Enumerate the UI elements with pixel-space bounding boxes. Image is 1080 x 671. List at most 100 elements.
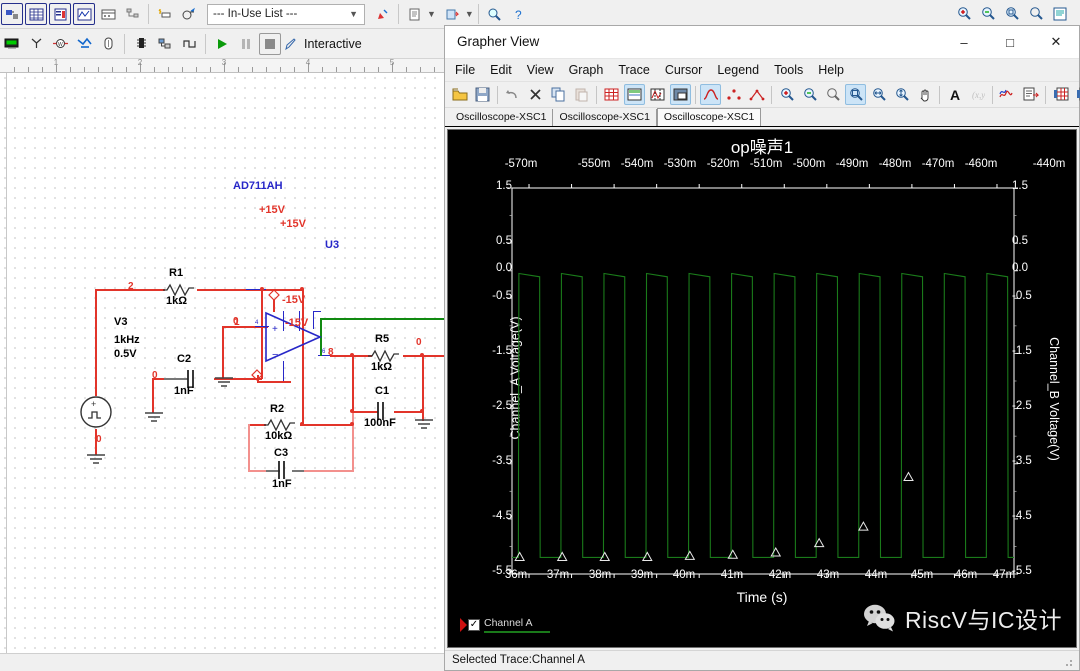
zoom-fit-icon[interactable] bbox=[1025, 3, 1047, 25]
text-icon[interactable]: A bbox=[944, 84, 965, 105]
frequency-counter-icon[interactable] bbox=[130, 33, 152, 55]
wattmeter-icon[interactable]: W bbox=[49, 33, 71, 55]
hierarchy-icon[interactable] bbox=[121, 3, 143, 25]
cursor-icon[interactable] bbox=[647, 84, 668, 105]
place-component-icon[interactable] bbox=[1, 3, 23, 25]
copy-icon[interactable] bbox=[548, 84, 569, 105]
grid-icon[interactable] bbox=[601, 84, 622, 105]
stop-simulation-button[interactable] bbox=[259, 33, 281, 55]
export-labview-icon[interactable] bbox=[1073, 84, 1080, 105]
legend-checkbox[interactable]: ✓ bbox=[468, 619, 480, 631]
paste-icon[interactable] bbox=[571, 84, 592, 105]
vcc-net-label: +15V bbox=[259, 204, 285, 216]
menu-help[interactable]: Help bbox=[818, 63, 844, 77]
bode-plotter-icon[interactable] bbox=[97, 33, 119, 55]
junction-dot bbox=[350, 409, 354, 413]
voltage-source-symbol[interactable]: + bbox=[78, 394, 114, 430]
open-icon[interactable] bbox=[449, 84, 470, 105]
r1-value-label: 1kΩ bbox=[166, 295, 187, 307]
properties-icon[interactable]: (x,y) bbox=[967, 84, 988, 105]
menu-legend[interactable]: Legend bbox=[717, 63, 759, 77]
delete-icon[interactable] bbox=[525, 84, 546, 105]
legend[interactable]: ✓ Channel A bbox=[460, 618, 550, 633]
tab-oscilloscope-2[interactable]: Oscilloscope-XSC1 bbox=[553, 109, 656, 126]
zoom-page-icon[interactable] bbox=[1049, 3, 1071, 25]
menu-tools[interactable]: Tools bbox=[774, 63, 803, 77]
transfer-icon[interactable] bbox=[442, 3, 464, 25]
grapher-view-icon[interactable] bbox=[73, 3, 95, 25]
run-simulation-button[interactable] bbox=[211, 33, 233, 55]
help-icon[interactable]: ? bbox=[508, 3, 530, 25]
zoom-in-icon[interactable] bbox=[776, 84, 797, 105]
menu-edit[interactable]: Edit bbox=[490, 63, 512, 77]
menu-view[interactable]: View bbox=[527, 63, 554, 77]
wire-c2-gnd-vertical bbox=[152, 378, 154, 413]
zoom-restore-icon[interactable] bbox=[822, 84, 843, 105]
grapher-titlebar[interactable]: Grapher View – □ ✕ bbox=[445, 26, 1079, 59]
in-use-list-value: --- In-Use List --- bbox=[213, 8, 297, 20]
background-icon[interactable] bbox=[670, 84, 691, 105]
logic-analyzer-icon[interactable] bbox=[178, 33, 200, 55]
report-icon[interactable] bbox=[404, 3, 426, 25]
zoom-y-icon[interactable] bbox=[891, 84, 912, 105]
zoom-out-icon[interactable] bbox=[799, 84, 820, 105]
interactive-settings-icon[interactable] bbox=[283, 33, 299, 55]
transfer-caret-icon[interactable]: ▼ bbox=[465, 9, 474, 19]
maximize-button[interactable]: □ bbox=[987, 26, 1033, 58]
close-button[interactable]: ✕ bbox=[1033, 26, 1079, 58]
tab-oscilloscope-3[interactable]: Oscilloscope-XSC1 bbox=[657, 108, 761, 126]
back-annotate-icon[interactable] bbox=[178, 3, 200, 25]
tab-oscilloscope-1[interactable]: Oscilloscope-XSC1 bbox=[450, 109, 553, 126]
curve-icon[interactable] bbox=[700, 84, 721, 105]
undo-icon[interactable] bbox=[502, 84, 523, 105]
menu-graph[interactable]: Graph bbox=[569, 63, 604, 77]
new-part-wizard-icon[interactable] bbox=[154, 3, 176, 25]
grapher-tab-bar: Oscilloscope-XSC1 Oscilloscope-XSC1 Osci… bbox=[445, 108, 1079, 127]
resize-grip[interactable] bbox=[1065, 657, 1076, 668]
oscilloscope-icon[interactable] bbox=[73, 33, 95, 55]
wire-c3-right bbox=[304, 470, 353, 472]
word-generator-icon[interactable] bbox=[154, 33, 176, 55]
menu-trace[interactable]: Trace bbox=[618, 63, 650, 77]
instrument-icon[interactable] bbox=[97, 3, 119, 25]
save-icon[interactable] bbox=[472, 84, 493, 105]
menu-file[interactable]: File bbox=[455, 63, 475, 77]
spreadsheet-view-icon[interactable] bbox=[25, 3, 47, 25]
export-excel-icon[interactable] bbox=[1020, 84, 1041, 105]
vee-source-symbol[interactable] bbox=[251, 369, 263, 381]
find-icon[interactable] bbox=[484, 3, 506, 25]
plot-area[interactable]: op噪声1 -570m -550m -540m -530m -520m -510… bbox=[447, 129, 1077, 648]
minimize-button[interactable]: – bbox=[941, 26, 987, 58]
points-icon[interactable] bbox=[723, 84, 744, 105]
pause-simulation-button[interactable] bbox=[235, 33, 257, 55]
toolbar-separator bbox=[148, 4, 149, 24]
report-caret-icon[interactable]: ▼ bbox=[427, 9, 436, 19]
function-generator-icon[interactable] bbox=[25, 33, 47, 55]
toolbar-separator bbox=[497, 86, 498, 104]
zoom-area-icon[interactable] bbox=[845, 84, 866, 105]
database-icon[interactable] bbox=[49, 3, 71, 25]
curve-points-icon[interactable] bbox=[746, 84, 767, 105]
ruler-number: 2 bbox=[138, 59, 142, 67]
zoom-out-icon[interactable] bbox=[977, 3, 999, 25]
menu-cursor[interactable]: Cursor bbox=[665, 63, 703, 77]
zoom-x-icon[interactable] bbox=[868, 84, 889, 105]
v3-freq-label: 1kHz bbox=[114, 334, 140, 346]
zoom-area-icon[interactable] bbox=[1001, 3, 1023, 25]
graphic-annotation-icon[interactable] bbox=[371, 3, 393, 25]
multimeter-icon[interactable] bbox=[1, 33, 23, 55]
reverse-trace-icon[interactable] bbox=[997, 84, 1018, 105]
svg-text:A: A bbox=[950, 87, 960, 102]
pin-v-minus bbox=[283, 361, 284, 381]
toolbar-separator bbox=[1045, 86, 1046, 104]
toolbar-separator bbox=[596, 86, 597, 104]
wire-neg-supply-h bbox=[257, 381, 291, 383]
r5-value-label: 1kΩ bbox=[371, 361, 392, 373]
in-use-list-select[interactable]: --- In-Use List --- ▼ bbox=[207, 4, 365, 25]
zoom-in-icon[interactable] bbox=[953, 3, 975, 25]
export-grid-icon[interactable] bbox=[1050, 84, 1071, 105]
legend-icon[interactable] bbox=[624, 84, 645, 105]
pan-icon[interactable] bbox=[914, 84, 935, 105]
toolbar-separator bbox=[478, 4, 479, 24]
c2-value-label: 1nF bbox=[174, 385, 194, 397]
